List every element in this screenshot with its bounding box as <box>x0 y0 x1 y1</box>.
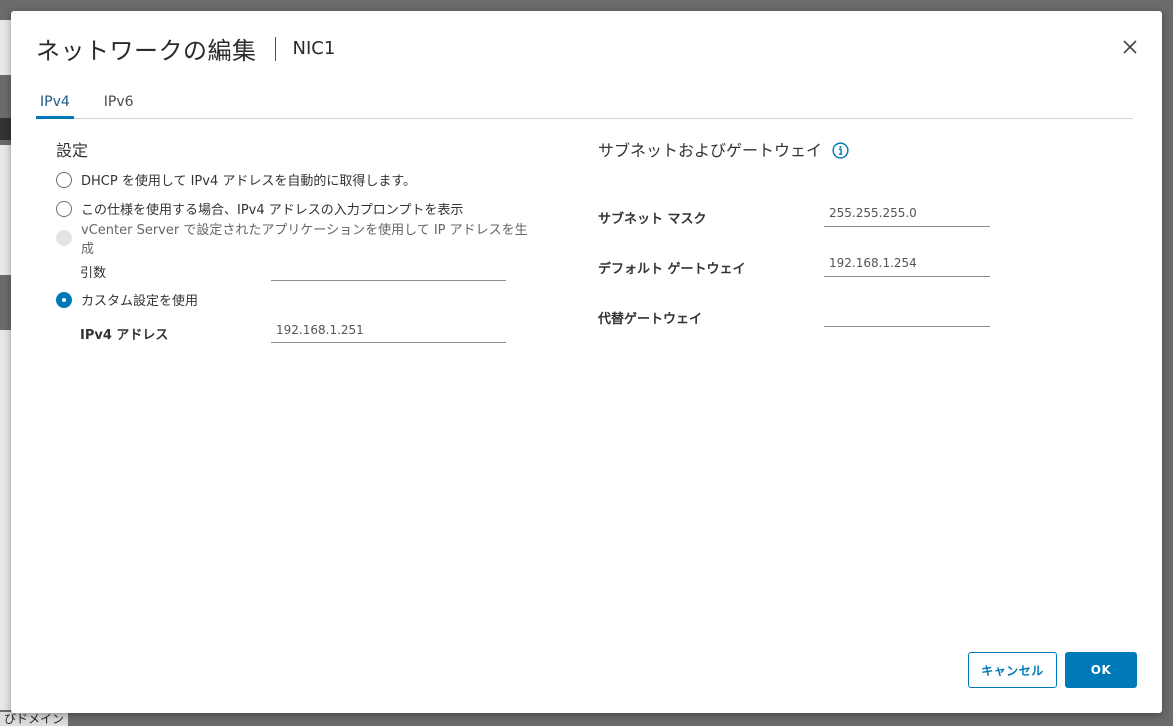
dialog-header: ネットワークの編集 NIC1 <box>36 31 335 66</box>
subnet-mask-row: サブネット マスク <box>598 203 1018 227</box>
settings-panel: 設定 DHCP を使用して IPv4 アドレスを自動的に取得します。 この仕様を… <box>56 137 536 343</box>
radio-vcenter-app: vCenter Server で設定されたアプリケーションを使用して IP アド… <box>56 223 536 257</box>
edit-network-dialog: ネットワークの編集 NIC1 IPv4 IPv6 設定 DHCP を使用して I… <box>11 11 1162 713</box>
tab-bar: IPv4 IPv6 <box>36 90 1133 119</box>
subnet-mask-label: サブネット マスク <box>598 212 707 227</box>
subnet-panel: サブネットおよびゲートウェイ サブネット マスク デフォルト ゲートウェイ 代替… <box>598 137 1018 327</box>
radio-button <box>56 229 72 246</box>
alternate-gateway-label: 代替ゲートウェイ <box>598 312 703 327</box>
dialog-subtitle: NIC1 <box>292 38 336 59</box>
default-gateway-input[interactable] <box>824 253 990 277</box>
alternate-gateway-row: 代替ゲートウェイ <box>598 303 1018 327</box>
radio-dhcp[interactable]: DHCP を使用して IPv4 アドレスを自動的に取得します。 <box>56 165 536 194</box>
radio-button[interactable] <box>56 171 72 188</box>
subnet-title: サブネットおよびゲートウェイ <box>598 141 823 160</box>
background-text: びドメイン <box>0 712 69 726</box>
ipv4-address-input[interactable] <box>271 321 506 343</box>
cancel-button[interactable]: キャンセル <box>968 652 1057 688</box>
radio-button[interactable] <box>56 200 72 217</box>
radio-label: カスタム設定を使用 <box>81 294 199 309</box>
ipv4-label: IPv4 アドレス <box>80 328 169 343</box>
title-separator <box>274 36 276 61</box>
argument-label: 引数 <box>80 266 107 281</box>
radio-label: この仕様を使用する場合、IPv4 アドレスの入力プロンプトを表示 <box>81 203 464 218</box>
tab-ipv4[interactable]: IPv4 <box>36 90 74 119</box>
default-gateway-label: デフォルト ゲートウェイ <box>598 262 746 277</box>
subnet-mask-input[interactable] <box>824 203 990 227</box>
info-icon[interactable] <box>832 141 849 159</box>
subnet-header: サブネットおよびゲートウェイ <box>598 137 1018 161</box>
ipv4-row: IPv4 アドレス <box>56 314 536 343</box>
radio-custom[interactable]: カスタム設定を使用 <box>56 285 536 314</box>
settings-title: 設定 <box>56 141 89 160</box>
ok-button[interactable]: OK <box>1065 652 1137 688</box>
argument-input[interactable] <box>271 259 506 281</box>
tab-ipv6[interactable]: IPv6 <box>100 90 138 119</box>
radio-label: DHCP を使用して IPv4 アドレスを自動的に取得します。 <box>81 174 417 189</box>
default-gateway-row: デフォルト ゲートウェイ <box>598 253 1018 277</box>
alternate-gateway-input[interactable] <box>824 303 990 327</box>
close-button[interactable] <box>1122 39 1138 55</box>
close-icon <box>1123 40 1137 54</box>
radio-button[interactable] <box>56 291 72 308</box>
dialog-title: ネットワークの編集 <box>36 37 257 65</box>
radio-label: vCenter Server で設定されたアプリケーションを使用して IP アド… <box>81 222 528 257</box>
